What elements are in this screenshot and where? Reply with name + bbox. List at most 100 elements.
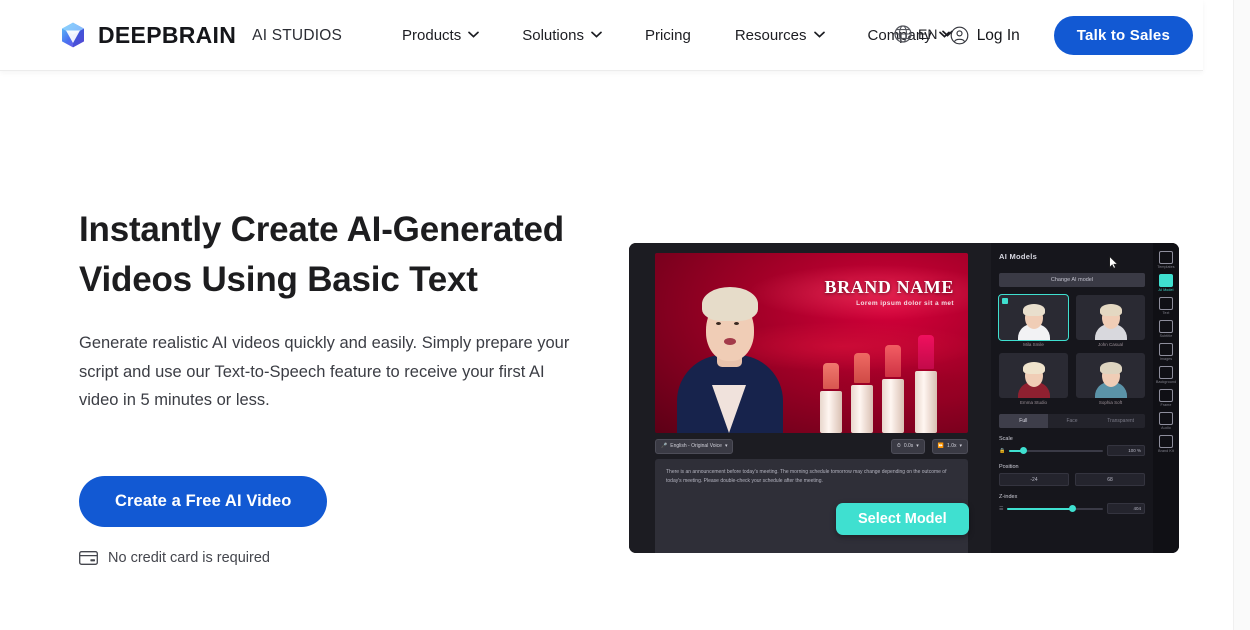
tool-ai-model[interactable]: AI Model <box>1156 274 1176 292</box>
frame-icon <box>1159 389 1173 402</box>
tool-audio[interactable]: Audio <box>1156 412 1176 430</box>
nav-label: Resources <box>734 26 807 44</box>
lipstick-product-image <box>812 323 962 433</box>
selected-check-icon <box>1002 298 1008 304</box>
create-free-ai-video-button[interactable]: Create a Free AI Video <box>79 475 328 527</box>
voice-language-label: English - Original Voice <box>670 443 722 449</box>
editor-toolbar: 🎤 English - Original Voice ▾ ⏱ 0.0s ▾ ⏩ … <box>655 437 968 455</box>
avatar-label: Mila Smile <box>1023 342 1044 347</box>
clock-icon: ⏱ <box>896 443 901 449</box>
login-button[interactable]: Log In <box>950 26 1020 45</box>
layers-icon: ☰ <box>999 505 1004 512</box>
script-text: There is an announcement before today's … <box>666 469 947 484</box>
avatar-card[interactable]: John Casual <box>1076 295 1145 347</box>
voice-language-pill[interactable]: 🎤 English - Original Voice ▾ <box>655 438 734 454</box>
login-label: Log In <box>976 26 1020 44</box>
language-selector[interactable]: EN <box>893 24 954 44</box>
avatar-card[interactable]: Sophia Soft <box>1076 353 1145 405</box>
brand-name-text: DEEPBRAIN <box>98 21 237 48</box>
avatar-label: Sophia Soft <box>1098 400 1123 405</box>
position-y-input[interactable]: 68 <box>1075 473 1145 486</box>
audio-icon <box>1159 412 1173 425</box>
avatar-card[interactable]: Mila Smile <box>998 294 1069 347</box>
background-icon <box>1159 366 1173 379</box>
nav-label: Pricing <box>644 26 691 44</box>
globe-icon <box>893 24 913 44</box>
nav-item-pricing[interactable]: Pricing <box>645 21 691 50</box>
brand-logo[interactable]: DEEPBRAIN AI STUDIOS <box>59 21 342 49</box>
avatar-card[interactable]: Emma Studio <box>999 353 1068 405</box>
template-icon <box>1159 251 1173 264</box>
tool-background[interactable]: Background <box>1156 366 1176 384</box>
main-nav: Products Solutions Pricing Resources Com… <box>402 21 950 50</box>
tool-label: Text <box>1162 311 1170 315</box>
tool-label: Background <box>1156 380 1177 384</box>
chevron-down-icon <box>591 31 602 41</box>
editor-canvas-area: BRAND NAME Lorem ipsum dolor sit a met 🎤… <box>629 243 991 553</box>
talk-to-sales-button[interactable]: Talk to Sales <box>1053 16 1193 55</box>
change-ai-model-button[interactable]: Change AI model <box>999 273 1145 287</box>
user-circle-icon <box>950 26 969 45</box>
page-title: Instantly Create AI-Generated Videos Usi… <box>79 210 564 299</box>
speed-icon: ⏩ <box>937 443 945 449</box>
video-brand-subtitle: Lorem ipsum dolor sit a met <box>856 300 954 307</box>
mouse-pointer-icon <box>1109 255 1118 269</box>
segment-transparent[interactable]: Transparent <box>1096 414 1145 428</box>
ai-models-panel: AI Models Change AI model Mila Smile Joh… <box>991 243 1153 553</box>
hero-description: Generate realistic AI videos quickly and… <box>79 334 570 409</box>
page-scrollbar[interactable] <box>1233 0 1250 630</box>
ai-presenter-avatar <box>671 273 789 433</box>
tool-label: Subtitle <box>1159 334 1173 338</box>
segment-face[interactable]: Face <box>1048 414 1097 428</box>
credit-card-icon <box>79 550 98 565</box>
nav-item-products[interactable]: Products <box>402 21 480 50</box>
product-screenshot-mockup: BRAND NAME Lorem ipsum dolor sit a met 🎤… <box>629 243 1179 553</box>
duration-pill[interactable]: ⏱ 0.0s ▾ <box>890 438 925 454</box>
lock-icon[interactable]: 🔒 <box>999 448 1005 454</box>
position-inputs: -24 68 <box>999 473 1145 486</box>
segment-full[interactable]: Full <box>999 414 1048 428</box>
nav-item-resources[interactable]: Resources <box>734 21 825 50</box>
nav-item-solutions[interactable]: Solutions <box>522 21 602 50</box>
tool-frame[interactable]: Frame <box>1156 389 1176 407</box>
speed-label: 1.0x <box>947 443 957 449</box>
tool-label: Templates <box>1157 265 1175 269</box>
tool-label: Audio <box>1161 426 1171 430</box>
tool-images[interactable]: Images <box>1156 343 1176 361</box>
panel-title: AI Models <box>999 252 1038 261</box>
video-preview[interactable]: BRAND NAME Lorem ipsum dolor sit a met <box>655 253 968 433</box>
video-brand-title: BRAND NAME <box>824 277 954 297</box>
scale-slider[interactable] <box>1009 446 1103 454</box>
cube-logo-icon <box>59 21 87 49</box>
nav-label: Products <box>402 26 462 44</box>
scale-label: Scale <box>999 436 1013 442</box>
brandkit-icon <box>1159 435 1173 448</box>
tool-text[interactable]: Text <box>1156 297 1176 315</box>
brand-suffix-text: AI STUDIOS <box>252 27 343 44</box>
tool-subtitle[interactable]: Subtitle <box>1156 320 1176 338</box>
language-label: EN <box>918 26 938 42</box>
tool-brand-kit[interactable]: Brand Kit <box>1156 435 1176 453</box>
tool-templates[interactable]: Templates <box>1156 251 1176 269</box>
scale-slider-row: 🔒 100 % <box>999 445 1145 456</box>
position-label: Position <box>999 464 1019 470</box>
no-credit-card-label: No credit card is required <box>108 549 270 566</box>
zindex-label: Z-index <box>999 494 1018 500</box>
tool-label: AI Model <box>1158 288 1174 292</box>
select-model-button[interactable]: Select Model <box>836 503 969 535</box>
text-icon <box>1159 297 1173 310</box>
scale-value[interactable]: 100 % <box>1107 445 1145 456</box>
person-icon <box>1159 274 1173 287</box>
tool-label: Frame <box>1160 403 1172 407</box>
editor-vertical-toolbar: Templates AI Model Text Subtitle Images … <box>1153 243 1179 553</box>
zindex-slider[interactable] <box>1007 504 1103 512</box>
no-credit-card-note: No credit card is required <box>79 550 599 566</box>
duration-label: 0.0s <box>903 443 914 449</box>
mic-icon: 🎤 <box>661 443 668 449</box>
chevron-down-icon: ▾ <box>916 443 919 449</box>
header-actions: Log In Talk to Sales <box>950 0 1193 71</box>
position-x-input[interactable]: -24 <box>999 473 1069 486</box>
zindex-value[interactable]: 404 <box>1107 503 1145 514</box>
speed-pill[interactable]: ⏩ 1.0x ▾ <box>931 438 968 454</box>
tool-label: Brand Kit <box>1158 449 1174 453</box>
